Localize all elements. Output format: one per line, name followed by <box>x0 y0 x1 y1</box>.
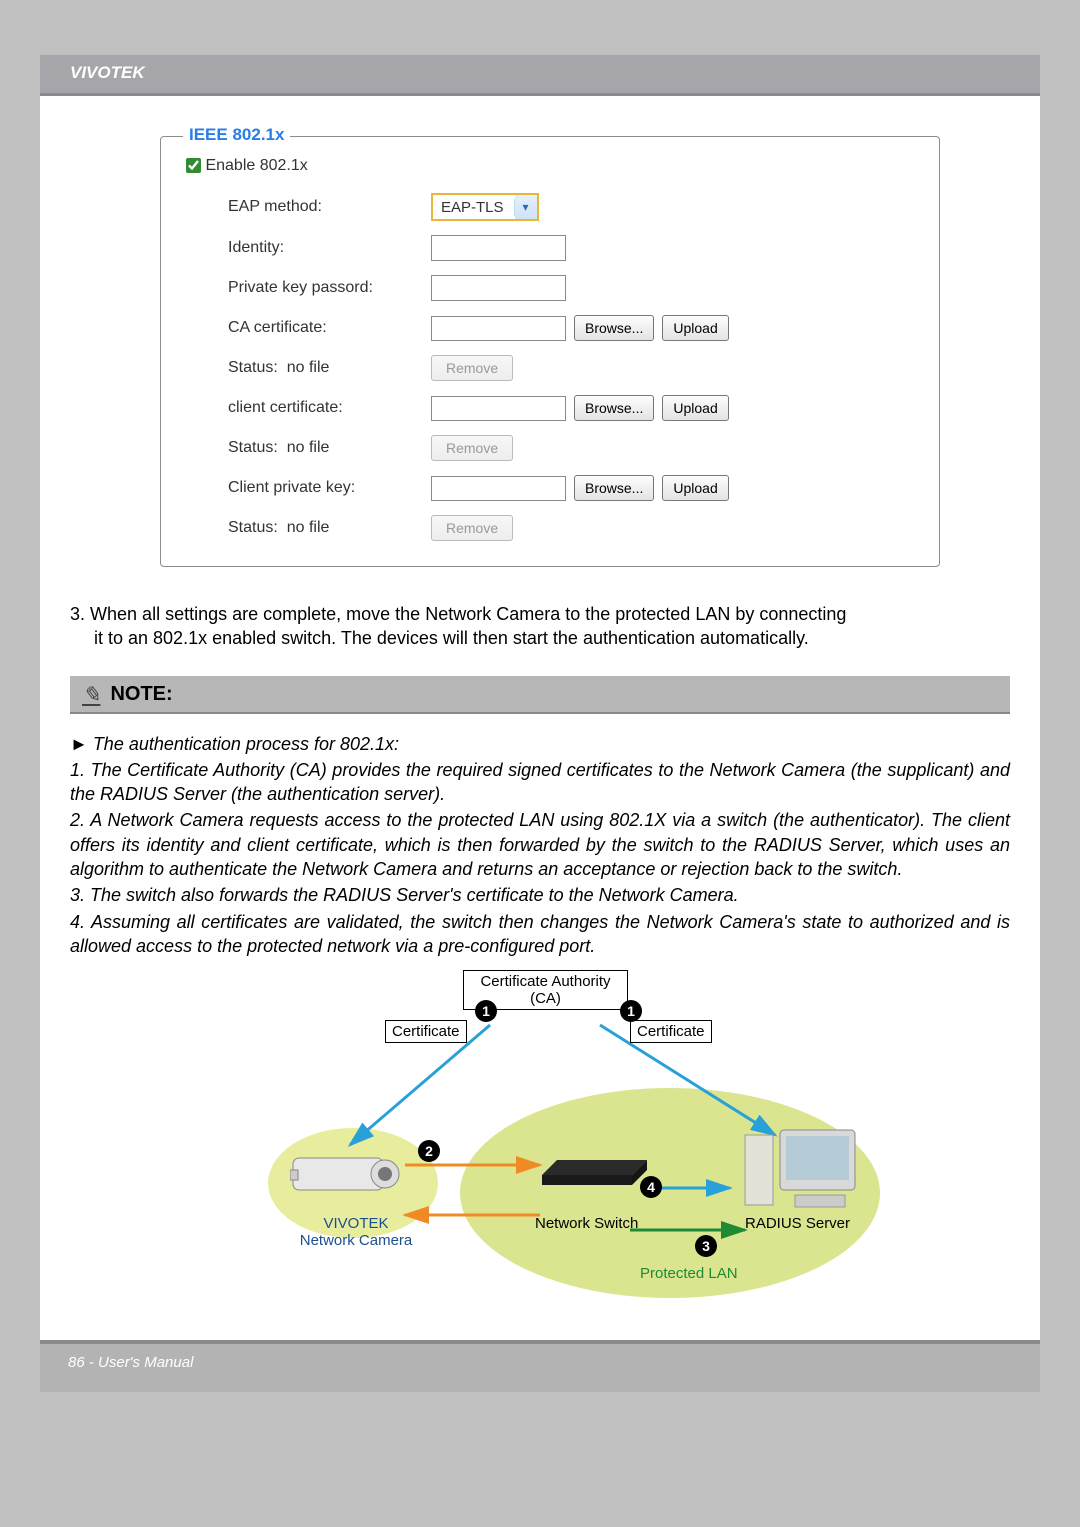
client-certificate-label: client certificate: <box>186 399 431 417</box>
client-remove-button[interactable]: Remove <box>431 435 513 461</box>
step3-text: 3. When all settings are complete, move … <box>70 602 1010 651</box>
private-key-password-input[interactable] <box>431 275 566 301</box>
ca-certificate-label: CA certificate: <box>186 319 431 337</box>
ieee-8021x-panel: IEEE 802.1x Enable 802.1x EAP method: EA… <box>160 136 940 567</box>
enable-8021x-checkbox[interactable] <box>186 158 201 173</box>
ca-status-label: Status: <box>228 359 278 376</box>
note-p1: 1. The Certificate Authority (CA) provid… <box>70 758 1010 807</box>
ca-remove-button[interactable]: Remove <box>431 355 513 381</box>
pk-upload-button[interactable]: Upload <box>662 475 728 501</box>
panel-legend: IEEE 802.1x <box>183 125 290 145</box>
diagram-certificate-left: Certificate <box>385 1020 467 1043</box>
step3-line1: When all settings are complete, move the… <box>90 604 846 624</box>
ca-browse-button[interactable]: Browse... <box>574 315 654 341</box>
note-p2: 2. A Network Camera requests access to t… <box>70 808 1010 881</box>
eap-method-select[interactable]: EAP-TLS ▾ <box>431 193 539 221</box>
diagram-switch-label: Network Switch <box>535 1215 638 1232</box>
chevron-down-icon: ▾ <box>515 195 537 219</box>
client-private-key-label: Client private key: <box>186 479 431 497</box>
private-key-password-label: Private key passord: <box>186 279 431 297</box>
pk-status-label: Status: <box>228 519 278 536</box>
client-status-value: no file <box>287 439 330 456</box>
diagram-certificate-right: Certificate <box>630 1020 712 1043</box>
note-intro: ► The authentication process for 802.1x: <box>70 732 1010 756</box>
identity-input[interactable] <box>431 235 566 261</box>
enable-8021x-label: Enable 802.1x <box>205 157 307 174</box>
client-private-key-field[interactable] <box>431 476 566 501</box>
client-upload-button[interactable]: Upload <box>662 395 728 421</box>
note-pencil-icon: ✎ <box>82 682 100 708</box>
page-header: VIVOTEK <box>40 55 1040 96</box>
pk-remove-button[interactable]: Remove <box>431 515 513 541</box>
pk-browse-button[interactable]: Browse... <box>574 475 654 501</box>
page-footer: 86 - User's Manual <box>40 1344 1040 1392</box>
note-body: ► The authentication process for 802.1x:… <box>70 732 1010 959</box>
eap-method-label: EAP method: <box>186 198 431 216</box>
diagram-protected-lan-label: Protected LAN <box>640 1265 738 1282</box>
note-header: ✎ NOTE: <box>70 676 1010 714</box>
page-number: 86 - User's Manual <box>68 1354 193 1371</box>
note-p4: 4. Assuming all certificates are validat… <box>70 910 1010 959</box>
eap-method-value: EAP-TLS <box>433 199 515 216</box>
diagram-camera-label: VIVOTEK Network Camera <box>286 1215 426 1249</box>
ca-upload-button[interactable]: Upload <box>662 315 728 341</box>
pk-status-value: no file <box>287 519 330 536</box>
client-certificate-field[interactable] <box>431 396 566 421</box>
ca-certificate-field[interactable] <box>431 316 566 341</box>
brand-title: VIVOTEK <box>70 63 145 82</box>
note-p3: 3. The switch also forwards the RADIUS S… <box>70 883 1010 907</box>
ca-status-value: no file <box>287 359 330 376</box>
step3-line2: it to an 802.1x enabled switch. The devi… <box>70 626 1010 650</box>
authentication-diagram: Certificate Authority (CA) Certificate C… <box>200 970 880 1310</box>
note-title: NOTE: <box>110 683 172 706</box>
client-status-label: Status: <box>228 439 278 456</box>
identity-label: Identity: <box>186 239 431 257</box>
client-browse-button[interactable]: Browse... <box>574 395 654 421</box>
diagram-radius-label: RADIUS Server <box>745 1215 850 1232</box>
step3-number: 3. <box>70 604 85 624</box>
